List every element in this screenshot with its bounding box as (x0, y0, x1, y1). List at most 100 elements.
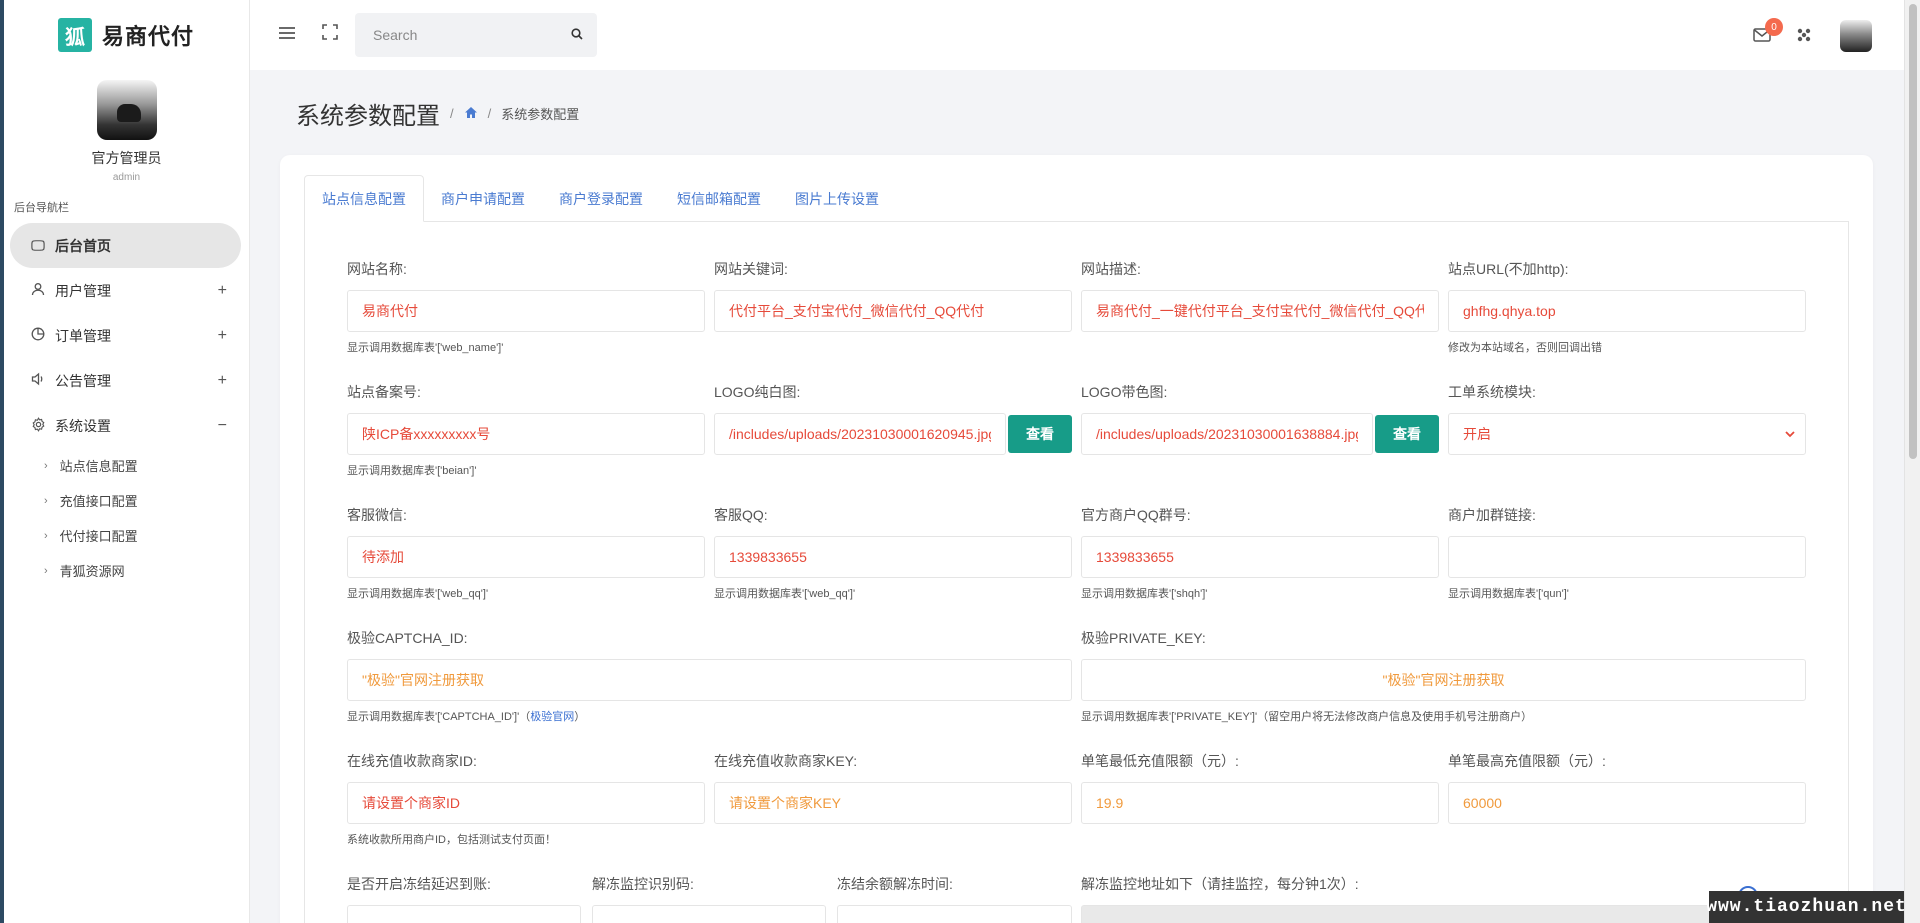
beian-input[interactable] (348, 414, 704, 454)
field-label: 解冻监控地址如下（请挂监控，每分钟1次）: (1081, 876, 1359, 892)
qq-group-input[interactable] (1082, 537, 1438, 577)
field-beian: 站点备案号: 显示调用数据库表'['beian']' (347, 382, 705, 478)
view-logo-color-button[interactable]: 查看 (1375, 415, 1439, 453)
qq-input[interactable] (715, 537, 1071, 577)
subnav-label: 充值接口配置 (59, 494, 138, 509)
expand-icon[interactable]: + (218, 327, 227, 345)
page-title: 系统参数配置 (296, 103, 440, 130)
user-icon (29, 282, 47, 299)
ticket-module-value[interactable] (1449, 414, 1785, 454)
expand-icon[interactable]: + (218, 282, 227, 300)
search-input[interactable] (373, 27, 571, 43)
monitor-icon: 🖵 (31, 237, 45, 253)
search-box (355, 13, 597, 57)
monitor-url-input[interactable] (1081, 905, 1806, 923)
subnav-label: 代付接口配置 (59, 529, 138, 544)
field-monitor-url: 解冻监控地址如下（请挂监控，每分钟1次）: (1081, 874, 1806, 923)
brand[interactable]: 狐 易商代付 (4, 0, 249, 70)
breadcrumb-current: 系统参数配置 (501, 107, 580, 122)
help-text-tail: ） (574, 711, 586, 723)
field-label: 工单系统模块: (1448, 384, 1536, 400)
field-help: 显示调用数据库表'['web_name']' (347, 342, 504, 354)
field-captcha-id: 极验CAPTCHA_ID: 显示调用数据库表'['CAPTCHA_ID']'（极… (347, 628, 1072, 724)
apps-icon[interactable] (1795, 26, 1813, 49)
config-card: 站点信息配置 商户申请配置 商户登录配置 短信邮箱配置 图片上传设置 网站名称:… (280, 155, 1873, 923)
group-link-input[interactable] (1449, 537, 1805, 577)
sidebar-item-announcements[interactable]: 公告管理 + (4, 358, 249, 403)
search-icon[interactable] (571, 27, 583, 43)
geetest-link[interactable]: 极验官网 (530, 711, 574, 723)
min-recharge-input[interactable] (1082, 783, 1438, 823)
field-box (1081, 536, 1439, 578)
keywords-input[interactable] (715, 291, 1071, 331)
sidebar-item-orders[interactable]: 订单管理 + (4, 313, 249, 358)
header-avatar[interactable] (1840, 20, 1872, 52)
merchant-key-input[interactable] (715, 783, 1071, 823)
logo-white-input[interactable] (715, 414, 1005, 454)
captcha-id-input[interactable] (348, 660, 1071, 700)
breadcrumb-separator: / (450, 106, 454, 121)
unfreeze-code-input[interactable] (592, 905, 826, 923)
avatar[interactable] (96, 80, 157, 140)
field-label: LOGO带色图: (1081, 384, 1168, 400)
sidebar-item-label: 系统设置 (55, 417, 111, 434)
sidebar-item-label: 后台首页 (55, 237, 111, 254)
field-box (714, 536, 1072, 578)
tab-site-info[interactable]: 站点信息配置 (304, 175, 424, 222)
chevron-right-icon: › (44, 564, 48, 577)
field-box (1448, 536, 1806, 578)
field-box (347, 290, 705, 332)
wechat-input[interactable] (348, 537, 704, 577)
unfreeze-time-input[interactable] (837, 905, 1072, 923)
field-box (347, 413, 705, 455)
sidebar-item-users[interactable]: 用户管理 + (4, 268, 249, 313)
private-key-input[interactable] (1082, 660, 1805, 700)
field-box (714, 290, 1072, 332)
subnav-resource-site[interactable]: › 青狐资源网 (4, 553, 249, 588)
nav-section-title: 后台导航栏 (14, 202, 69, 214)
max-recharge-input[interactable] (1449, 783, 1805, 823)
ticket-module-select[interactable] (1448, 413, 1806, 455)
fullscreen-icon[interactable] (322, 24, 338, 45)
site-url-input[interactable] (1449, 291, 1805, 331)
tab-merchant-login[interactable]: 商户登录配置 (542, 175, 660, 222)
scrollbar-thumb[interactable] (1909, 4, 1917, 459)
field-logo-white: LOGO纯白图: 查看 (714, 382, 1072, 455)
view-logo-white-button[interactable]: 查看 (1008, 415, 1072, 453)
merchant-id-input[interactable] (348, 783, 704, 823)
pie-chart-icon (29, 327, 47, 344)
description-input[interactable] (1082, 291, 1438, 331)
logo-color-input[interactable] (1082, 414, 1372, 454)
collapse-icon[interactable]: − (218, 417, 227, 435)
subnav-recharge-api[interactable]: › 充值接口配置 (4, 483, 249, 518)
menu-icon[interactable] (278, 24, 296, 45)
top-header: 0 (250, 0, 1904, 70)
field-help: 显示调用数据库表'['beian']' (347, 465, 477, 477)
field-qq: 客服QQ: 显示调用数据库表'['web_qq']' (714, 505, 1072, 601)
subnav-site-info[interactable]: › 站点信息配置 (4, 448, 249, 483)
breadcrumb-separator: / (487, 106, 492, 121)
expand-icon[interactable]: + (218, 372, 227, 390)
field-label: 冻结余额解冻时间: (837, 876, 953, 892)
field-box (1081, 290, 1439, 332)
sidebar: 狐 易商代付 官方管理员 admin 后台导航栏 🖵 后台首页 用户管理 + 订… (0, 0, 250, 923)
field-label: 单笔最高充值限额（元）: (1448, 753, 1606, 769)
subnav-payout-api[interactable]: › 代付接口配置 (4, 518, 249, 553)
tab-sms-email[interactable]: 短信邮箱配置 (660, 175, 778, 222)
field-label: 客服微信: (347, 507, 407, 523)
settings-subnav: › 站点信息配置 › 充值接口配置 › 代付接口配置 › 青狐资源网 (4, 448, 249, 588)
sidebar-nav: 🖵 后台首页 用户管理 + 订单管理 + 公告管理 + 系统设置 − (4, 223, 249, 448)
sidebar-item-label: 订单管理 (55, 327, 111, 344)
site-name-input[interactable] (348, 291, 704, 331)
field-box (1081, 659, 1806, 701)
tab-image-upload[interactable]: 图片上传设置 (778, 175, 896, 222)
gear-icon (29, 416, 47, 435)
sidebar-item-home[interactable]: 🖵 后台首页 (10, 223, 241, 268)
field-logo-color: LOGO带色图: 查看 (1081, 382, 1439, 455)
freeze-delay-select[interactable] (347, 905, 581, 923)
home-icon[interactable] (464, 106, 478, 122)
page-scrollbar[interactable] (1904, 0, 1920, 923)
tab-merchant-apply[interactable]: 商户申请配置 (424, 175, 542, 222)
brand-logo: 狐 (58, 18, 92, 52)
sidebar-item-settings[interactable]: 系统设置 − (4, 403, 249, 448)
